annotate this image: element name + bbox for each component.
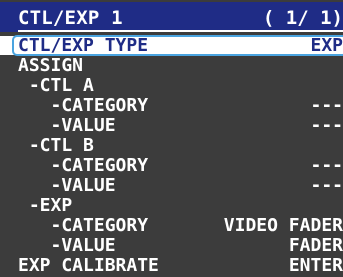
menu-item-value: ENTER bbox=[288, 255, 343, 276]
menu-item-label: -EXP bbox=[18, 195, 73, 216]
menu-item-label: -CTL A bbox=[18, 75, 94, 96]
menu-item-label: -VALUE bbox=[18, 175, 116, 196]
menu-item-label: -CATEGORY bbox=[18, 95, 149, 116]
title-underline bbox=[18, 30, 343, 32]
menu-title: CTL/EXP 1 bbox=[18, 7, 123, 29]
menu-item-exp[interactable]: -EXP bbox=[0, 196, 343, 215]
title-bar: CTL/EXP 1 ( 1/ 1) bbox=[0, 2, 343, 32]
menu-screen: CTL/EXP 1 ( 1/ 1) CTL/EXP TYPE EXP ASSIG… bbox=[0, 0, 343, 277]
menu-item-value: --- bbox=[310, 115, 343, 136]
page-indicator: ( 1/ 1) bbox=[262, 7, 343, 29]
menu-item-exp-category[interactable]: -CATEGORY VIDEO FADER bbox=[0, 216, 343, 235]
menu-item-ctl-a[interactable]: -CTL A bbox=[0, 76, 343, 95]
menu-item-value: --- bbox=[310, 95, 343, 116]
menu-item-label: -CATEGORY bbox=[18, 155, 149, 176]
menu-item-label: -CTL B bbox=[18, 135, 94, 156]
menu-item-ctl-b-value[interactable]: -VALUE --- bbox=[0, 176, 343, 195]
menu-item-exp-calibrate[interactable]: EXP CALIBRATE ENTER bbox=[0, 256, 343, 275]
menu-item-ctl-exp-type[interactable]: CTL/EXP TYPE EXP bbox=[0, 35, 343, 56]
menu-item-value: EXP bbox=[310, 35, 343, 56]
menu-item-label: ASSIGN bbox=[18, 55, 84, 76]
menu-item-ctl-b[interactable]: -CTL B bbox=[0, 136, 343, 155]
menu-item-label: -VALUE bbox=[18, 235, 116, 256]
menu-item-value: VIDEO FADER bbox=[223, 215, 343, 236]
menu-item-value: --- bbox=[310, 155, 343, 176]
menu-item-label: CTL/EXP TYPE bbox=[18, 35, 149, 56]
menu-item-assign[interactable]: ASSIGN bbox=[0, 56, 343, 75]
menu-item-value: FADER bbox=[288, 235, 343, 256]
menu-item-label: -CATEGORY bbox=[18, 215, 149, 236]
menu-item-exp-value[interactable]: -VALUE FADER bbox=[0, 236, 343, 255]
menu-item-value: --- bbox=[310, 175, 343, 196]
menu-item-ctl-b-category[interactable]: -CATEGORY --- bbox=[0, 156, 343, 175]
menu-item-ctl-a-value[interactable]: -VALUE --- bbox=[0, 116, 343, 135]
menu-item-label: EXP CALIBRATE bbox=[18, 255, 159, 276]
menu-item-ctl-a-category[interactable]: -CATEGORY --- bbox=[0, 96, 343, 115]
menu-item-label: -VALUE bbox=[18, 115, 116, 136]
